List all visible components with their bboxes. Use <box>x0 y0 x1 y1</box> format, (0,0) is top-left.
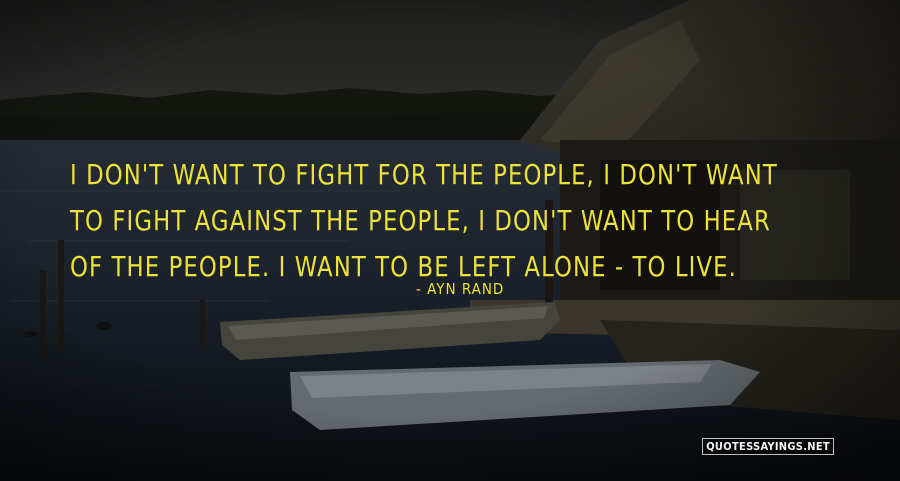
quote-text: I don't want to fight for the people, I … <box>70 159 778 283</box>
quote-author: - Ayn Rand <box>416 280 505 298</box>
site-watermark: QUOTESSAYINGS.NET <box>702 438 834 455</box>
quote-card: I don't want to fight for the people, I … <box>0 0 900 481</box>
